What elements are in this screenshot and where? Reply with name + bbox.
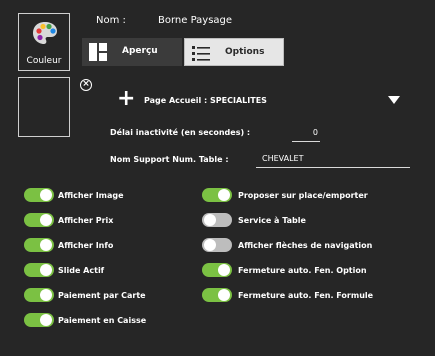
support-input[interactable]: CHEVALET [256, 154, 410, 168]
toggle-slide-actif[interactable] [24, 263, 54, 277]
toggle-service-table[interactable] [202, 213, 232, 227]
toggle-paiement-caisse[interactable] [24, 313, 54, 327]
page-accueil-label: Page Accueil : SPECIALITES [144, 96, 267, 105]
toggle-afficher-image-label: Afficher Image [58, 191, 124, 200]
toggle-fleches-navigation[interactable] [202, 238, 232, 252]
toggle-paiement-caisse-label: Paiement en Caisse [58, 316, 147, 325]
tab-options-label: Options [225, 47, 265, 57]
layout-icon [89, 43, 107, 61]
color-label: Couleur [26, 56, 62, 66]
palette-icon [33, 22, 57, 44]
toggle-service-table-label: Service à Table [238, 216, 306, 225]
name-value: Borne Paysage [158, 15, 233, 26]
toggle-proposer-sur-place-label: Proposer sur place/emporter [238, 191, 368, 200]
toggle-fermeture-option[interactable] [202, 263, 232, 277]
toggle-fermeture-formule-label: Fermeture auto. Fen. Formule [238, 291, 374, 300]
toggle-proposer-sur-place[interactable] [202, 188, 232, 202]
toggle-slide-actif-label: Slide Actif [58, 266, 105, 275]
color-picker-tile[interactable]: Couleur [18, 13, 70, 71]
toggle-afficher-prix-label: Afficher Prix [58, 216, 114, 225]
toggle-afficher-info[interactable] [24, 238, 54, 252]
delai-label: Délai inactivité (en secondes) : [110, 128, 251, 137]
chevron-down-icon[interactable] [388, 96, 400, 104]
toggle-fermeture-option-label: Fermeture auto. Fen. Option [238, 266, 367, 275]
toggle-paiement-carte[interactable] [24, 288, 54, 302]
toggle-afficher-prix[interactable] [24, 213, 54, 227]
close-icon[interactable]: × [80, 79, 92, 91]
tab-apercu[interactable]: Aperçu [82, 38, 182, 66]
toggle-fermeture-formule[interactable] [202, 288, 232, 302]
toggle-afficher-info-label: Afficher Info [58, 241, 114, 250]
support-label: Nom Support Num. Table : [110, 155, 229, 164]
name-label: Nom : [96, 15, 126, 26]
plus-icon[interactable]: + [117, 88, 135, 110]
image-placeholder-tile[interactable] [18, 77, 70, 137]
delai-input[interactable]: 0 [292, 128, 320, 142]
toggle-afficher-image[interactable] [24, 188, 54, 202]
toggle-paiement-carte-label: Paiement par Carte [58, 291, 146, 300]
menu-icon [192, 46, 210, 61]
tab-options[interactable]: Options [184, 38, 284, 66]
toggle-fleches-navigation-label: Afficher flèches de navigation [238, 241, 373, 250]
tab-apercu-label: Aperçu [122, 46, 158, 56]
